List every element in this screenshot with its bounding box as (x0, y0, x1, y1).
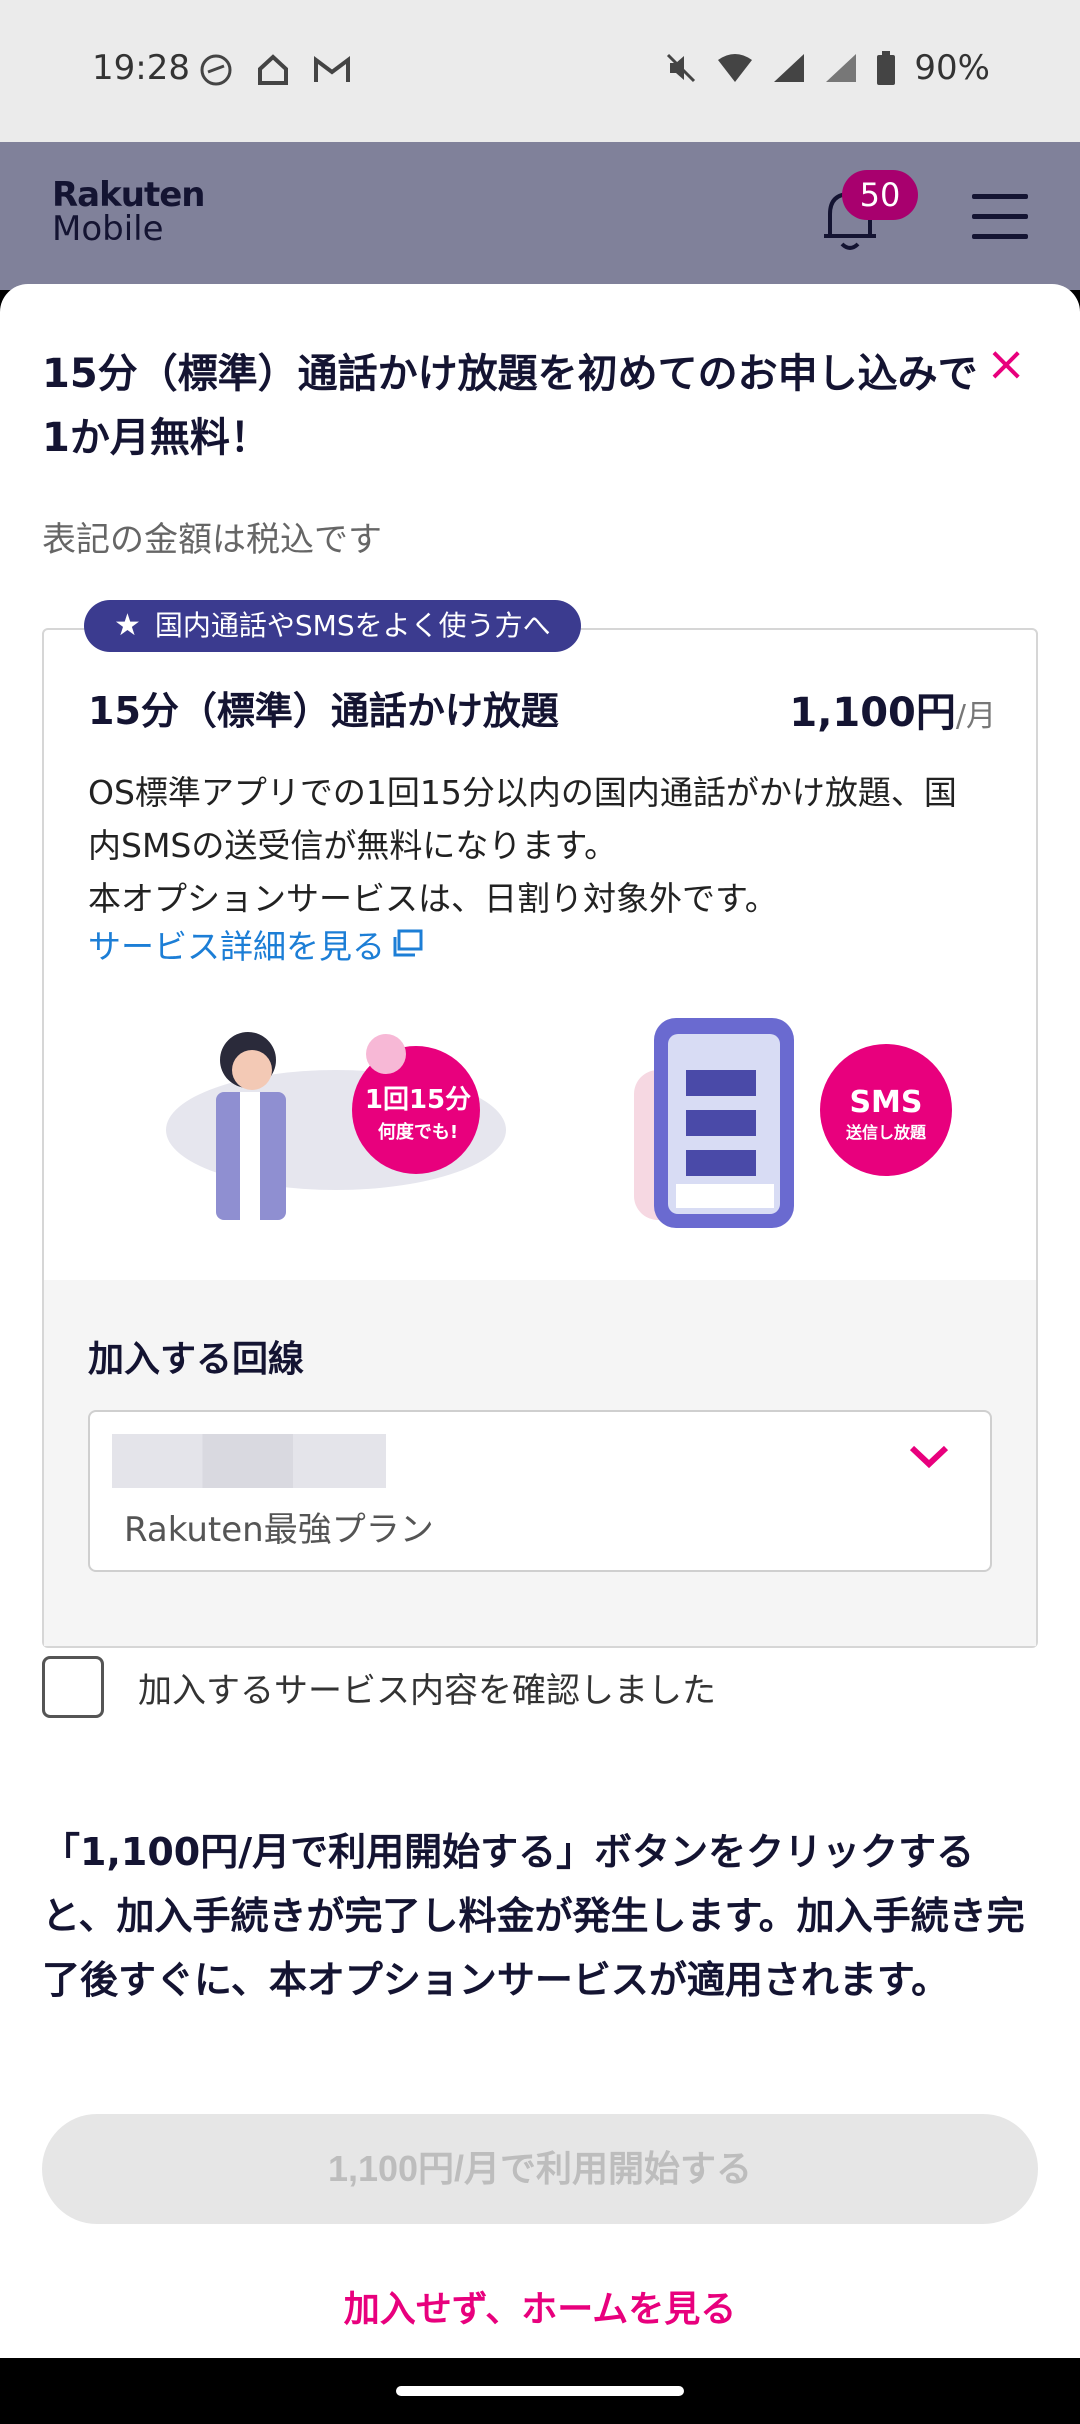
sms-badge-line1: SMS (849, 1085, 922, 1120)
signal-icon (774, 54, 805, 82)
menu-line-icon (972, 234, 1028, 239)
dialog-title: 15分（標準）通話かけ放題を初めてのお申し込みで1か月無料！ (42, 351, 978, 461)
close-icon[interactable]: × (986, 340, 1026, 388)
home-icon (258, 54, 288, 85)
plan-card: ★ 国内通話やSMSをよく使う方へ 15分（標準）通話かけ放題 1,100円/月… (42, 600, 1038, 1648)
call-badge-line1: 1回15分 (365, 1085, 471, 1115)
confirm-row: 加入するサービス内容を確認しました (42, 1656, 716, 1718)
plan-description-line1: OS標準アプリでの1回15分以内の国内通話がかけ放題、国内SMSの送受信が無料に… (88, 773, 957, 865)
recommend-tag: ★ 国内通話やSMSをよく使う方へ (84, 600, 581, 652)
tax-note: 表記の金額は税込です (42, 520, 382, 560)
menu-line-icon (972, 194, 1028, 199)
line-select-dropdown[interactable]: Rakuten最強プラン (88, 1410, 992, 1572)
line-select-value: Rakuten最強プラン (124, 1510, 434, 1550)
plan-description-line2: 本オプションサービスは、日割り対象外です。 (88, 879, 778, 918)
service-detail-link[interactable]: サービス詳細を見る (88, 920, 425, 968)
logo-line1: Rakuten (52, 175, 205, 215)
start-service-button[interactable]: 1,100円/月で利用開始する (42, 2114, 1038, 2224)
status-bar: 19:28 90% (0, 0, 1080, 142)
menu-line-icon (972, 214, 1028, 219)
wifi-icon (718, 54, 753, 82)
external-link-icon (393, 929, 423, 957)
battery-level: 90% (914, 48, 990, 88)
service-detail-link-label: サービス詳細を見る (88, 927, 385, 966)
app-header: Rakuten Mobile 50 (0, 142, 1080, 290)
sms-illustration: SMS 送信し放題 (634, 1018, 952, 1228)
battery-icon (877, 51, 896, 85)
plan-price: 1,100円/月 (789, 680, 996, 738)
recommend-tag-label: 国内通話やSMSをよく使う方へ (154, 609, 551, 642)
hamburger-menu-button[interactable] (970, 190, 1030, 242)
line-select-section: 加入する回線 Rakuten最強プラン (44, 1280, 1036, 1646)
plan-name: 15分（標準）通話かけ放題 (88, 689, 559, 733)
status-time: 19:28 (92, 48, 190, 88)
link-icon (200, 54, 232, 86)
plan-price-unit: /月 (955, 699, 996, 734)
call-badge-line2: 何度でも! (378, 1121, 458, 1143)
logo-line2: Mobile (52, 209, 164, 249)
line-select-label: 加入する回線 (88, 1339, 305, 1380)
rakuten-mobile-logo[interactable]: Rakuten Mobile (52, 175, 205, 249)
sms-badge-line2: 送信し放題 (845, 1123, 927, 1142)
signal-icon-2 (826, 54, 857, 82)
notification-badge: 50 (842, 170, 918, 220)
gmail-icon (314, 56, 350, 82)
gesture-handle[interactable] (396, 2386, 684, 2396)
status-icons-right: 90% (664, 48, 990, 88)
option-signup-sheet: 15分（標準）通話かけ放題を初めてのお申し込みで1か月無料！ × 表記の金額は税… (0, 284, 1080, 2358)
plan-description: OS標準アプリでの1回15分以内の国内通話がかけ放題、国内SMSの送受信が無料に… (88, 766, 988, 925)
status-icons-left (198, 52, 352, 88)
confirm-label[interactable]: 加入するサービス内容を確認しました (138, 1663, 716, 1712)
call-illustration: 1回15分 何度でも! (166, 1032, 506, 1220)
chevron-down-icon (909, 1445, 949, 1469)
star-icon: ★ (114, 608, 141, 643)
confirm-checkbox[interactable] (42, 1656, 104, 1718)
system-nav-bar (0, 2358, 1080, 2424)
mute-icon (667, 53, 696, 83)
skip-to-home-link[interactable]: 加入せず、ホームを見る (0, 2280, 1080, 2332)
billing-notice: 「1,100円/月で利用開始する」ボタンをクリックすると、加入手続きが完了し料金… (42, 1830, 1025, 2002)
plan-price-amount: 1,100円 (789, 690, 956, 736)
masked-phone-number (112, 1434, 386, 1488)
